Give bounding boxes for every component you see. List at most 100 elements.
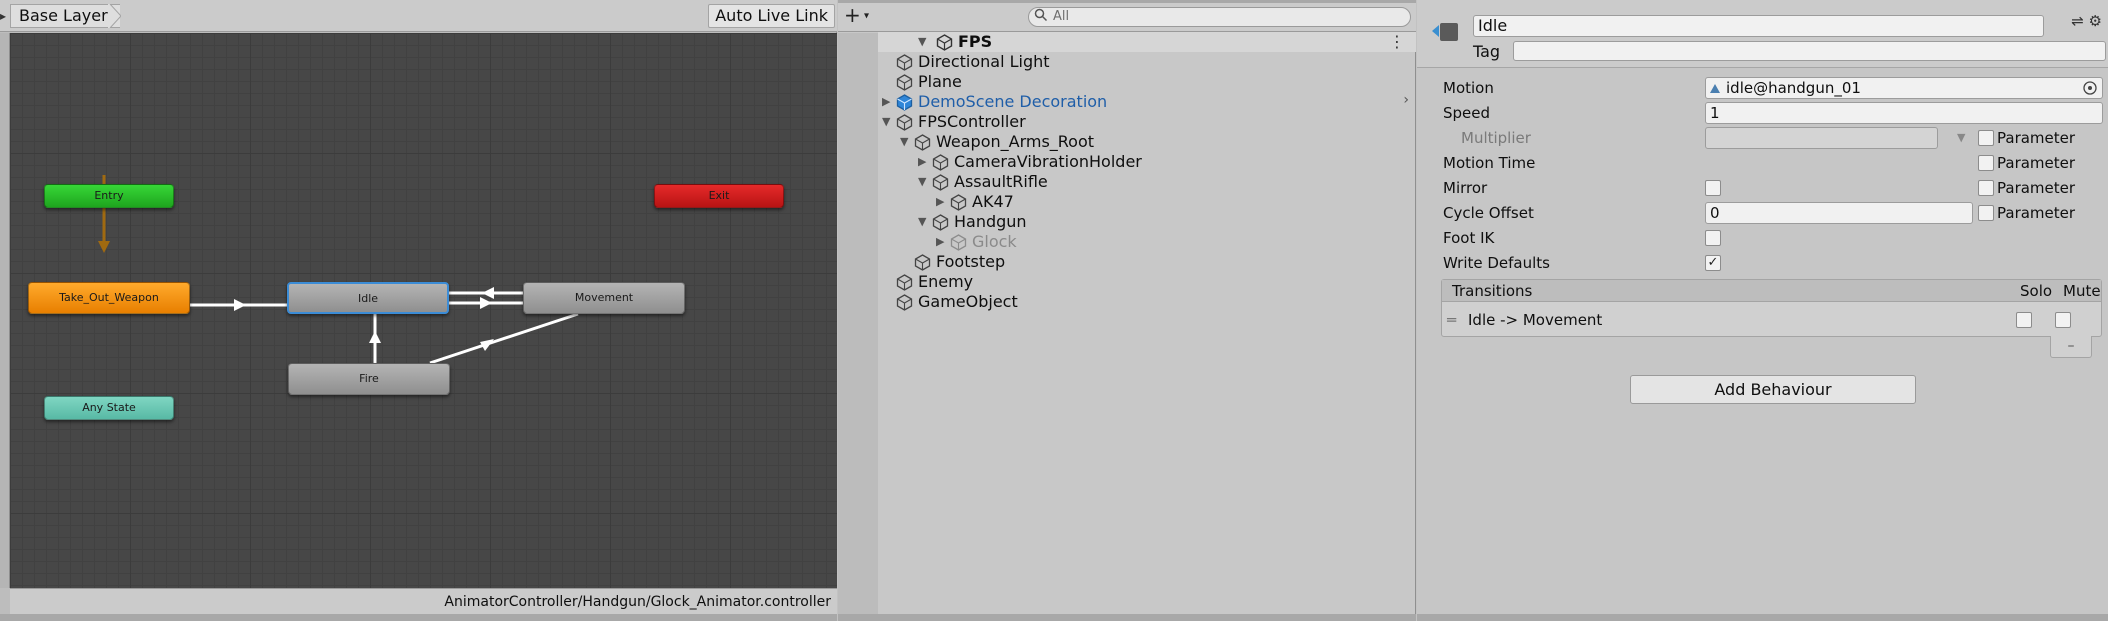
exit-node[interactable]: Exit (654, 184, 784, 208)
motion-time-parameter-label: Parameter (1997, 154, 2076, 172)
default-transition-arrowhead (98, 241, 110, 253)
scene-header[interactable]: ▼ FPS (878, 32, 1416, 52)
fire-state[interactable]: Fire (288, 363, 450, 395)
any-state-node[interactable]: Any State (44, 396, 174, 420)
entry-node[interactable]: Entry (44, 184, 174, 208)
layer-breadcrumb[interactable]: Base Layer (10, 4, 120, 28)
hierarchy-item[interactable]: ▶ DemoScene Decoration (838, 92, 1416, 112)
speed-label: Speed (1443, 104, 1491, 122)
gameobject-icon (932, 174, 949, 191)
hierarchy-item[interactable]: ▼ FPSController (838, 112, 1416, 132)
gameobject-icon (896, 114, 913, 131)
hierarchy-item-label: AssaultRifle (954, 172, 1048, 191)
inspector-bottom-bar (1417, 614, 2108, 621)
hierarchy-item[interactable]: ▶ AK47 (838, 192, 1416, 212)
multiplier-parameter-checkbox[interactable] (1978, 130, 1994, 146)
expanded-arrow-icon[interactable]: ▼ (900, 132, 912, 152)
hierarchy-item-label: CameraVibrationHolder (954, 152, 1142, 171)
transition-row[interactable]: ═ Idle -> Movement (1442, 303, 2101, 337)
hierarchy-item-label: Footstep (936, 252, 1006, 271)
gameobject-icon (932, 214, 949, 231)
hierarchy-item[interactable]: ▶ Glock (838, 232, 1416, 252)
animator-state-icon (1432, 23, 1458, 41)
hierarchy-item[interactable]: Footstep (838, 252, 1416, 272)
create-dropdown-button[interactable]: + ▾ (844, 5, 869, 26)
preset-sliders-icon[interactable]: ⇌ (2071, 12, 2084, 30)
hierarchy-item[interactable]: ▼ AssaultRifle (838, 172, 1416, 192)
unity-scene-icon (936, 34, 953, 51)
hierarchy-item[interactable]: ▼ Weapon_Arms_Root (838, 132, 1416, 152)
expanded-arrow-icon[interactable]: ▼ (882, 112, 894, 132)
expanded-arrow-icon[interactable]: ▼ (918, 172, 930, 192)
hierarchy-item-label: Plane (918, 72, 962, 91)
gameobject-icon (896, 54, 913, 71)
transition-mute-checkbox[interactable] (2055, 312, 2071, 328)
expanded-arrow-icon[interactable]: ▼ (918, 32, 930, 52)
scene-menu-icon[interactable]: ⋮ (1389, 34, 1405, 50)
gameobject-icon (896, 74, 913, 91)
expanded-arrow-icon[interactable]: ▼ (918, 212, 930, 232)
transition-arrowhead (480, 339, 494, 351)
hierarchy-item[interactable]: ▼ Handgun (838, 212, 1416, 232)
cycle-offset-parameter-checkbox[interactable] (1978, 205, 1994, 221)
write-defaults-checkbox[interactable]: ✓ (1705, 255, 1721, 271)
foot-ik-checkbox[interactable] (1705, 230, 1721, 246)
transitions-list: Transitions Solo Mute ═ Idle -> Movement (1441, 279, 2102, 337)
state-name-field[interactable]: Idle (1473, 15, 2044, 37)
collapsed-arrow-icon[interactable]: ▶ (936, 232, 948, 252)
animator-window: ▸ Base Layer Auto Live Link Entry Exit T… (0, 0, 837, 621)
hierarchy-item[interactable]: Directional Light (838, 52, 1416, 72)
collapsed-arrow-icon[interactable]: ▶ (936, 192, 948, 212)
mirror-parameter-checkbox[interactable] (1978, 180, 1994, 196)
object-picker-icon[interactable] (2082, 80, 2098, 96)
hierarchy-item-label: FPSController (918, 112, 1026, 131)
speed-field[interactable]: 1 (1705, 102, 2103, 124)
motion-field[interactable]: idle@handgun_01 (1705, 77, 2103, 99)
gameobject-icon (914, 134, 931, 151)
hierarchy-item[interactable]: GameObject (838, 292, 1416, 312)
collapse-sidebar-icon[interactable]: ▸ (0, 8, 9, 24)
breadcrumb-arrow-icon (108, 4, 121, 28)
motion-time-parameter-checkbox[interactable] (1978, 155, 1994, 171)
transition-arrowhead (234, 299, 246, 311)
state-machine-graph[interactable]: Entry Exit Take_Out_Weapon Idle Movement… (10, 33, 837, 588)
hierarchy-item[interactable]: ▶ CameraVibrationHolder (838, 152, 1416, 172)
auto-live-link-button[interactable]: Auto Live Link (708, 4, 835, 28)
animation-clip-icon (1710, 84, 1720, 93)
hierarchy-item-label: Handgun (954, 212, 1027, 231)
add-behaviour-button[interactable]: Add Behaviour (1630, 375, 1916, 404)
settings-gear-icon[interactable]: ⚙ (2089, 12, 2102, 30)
tag-field[interactable] (1513, 41, 2106, 61)
motion-time-label: Motion Time (1443, 154, 1536, 172)
cycle-offset-field[interactable]: 0 (1705, 202, 1973, 224)
transition-solo-checkbox[interactable] (2016, 312, 2032, 328)
gameobject-icon (950, 234, 967, 251)
hierarchy-item[interactable]: Enemy (838, 272, 1416, 292)
movement-state[interactable]: Movement (523, 282, 685, 314)
idle-state[interactable]: Idle (287, 282, 449, 314)
animator-layers-sidebar[interactable] (0, 33, 10, 588)
hierarchy-item-label: GameObject (918, 292, 1018, 311)
open-prefab-chevron-icon[interactable]: › (1403, 92, 1409, 108)
hierarchy-item-label: AK47 (972, 192, 1014, 211)
hierarchy-bottom-bar (838, 614, 1416, 621)
collapsed-arrow-icon[interactable]: ▶ (882, 92, 894, 112)
mirror-checkbox[interactable] (1705, 180, 1721, 196)
transitions-title: Transitions (1452, 282, 1533, 300)
tag-label: Tag (1473, 42, 1501, 61)
solo-column-label: Solo (2020, 282, 2053, 300)
take-out-weapon-state[interactable]: Take_Out_Weapon (28, 282, 190, 314)
gameobject-icon (896, 274, 913, 291)
hierarchy-item-label: Enemy (918, 272, 974, 291)
transition-arrowhead (480, 297, 492, 309)
collapsed-arrow-icon[interactable]: ▶ (918, 152, 930, 172)
multiplier-label: Multiplier (1461, 129, 1531, 147)
hierarchy-search-input[interactable]: All (1028, 7, 1411, 27)
transition-fire-to-movement[interactable] (429, 312, 579, 365)
tab-strip (838, 0, 1416, 3)
inspector-header: Idle Tag ⇌ ⚙ (1417, 0, 2108, 68)
animator-bottom-bar (0, 614, 837, 621)
remove-transition-button[interactable]: – (2050, 336, 2092, 358)
hierarchy-item[interactable]: Plane (838, 72, 1416, 92)
drag-handle-icon[interactable]: ═ (1447, 303, 1456, 337)
